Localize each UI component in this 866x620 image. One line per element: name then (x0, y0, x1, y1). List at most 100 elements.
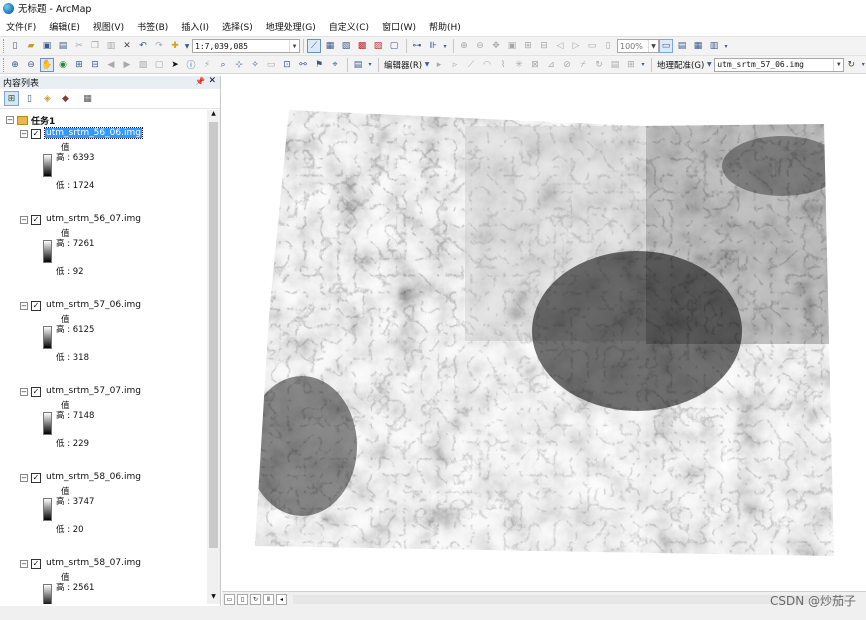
georeferencing-dropdown-icon[interactable]: ▼ (706, 58, 712, 72)
reshape-icon[interactable]: ⊿ (544, 58, 558, 72)
scroll-left-icon[interactable]: ◂ (276, 593, 287, 605)
editor-toolbar-icon[interactable]: ⟋ (307, 39, 321, 53)
pan-hand-icon[interactable]: ✋ (40, 57, 54, 72)
python-window-icon[interactable]: ▢ (387, 39, 401, 53)
layout-fixed-zoom-in-icon[interactable]: ⊞ (521, 39, 535, 53)
collapse-layer-toggle[interactable]: − (20, 302, 28, 310)
select-by-rectangle-icon[interactable]: ▨ (136, 58, 150, 72)
layer-name[interactable]: utm_srtm_58_06.img (45, 472, 142, 482)
endpoint-arc-icon[interactable]: ◠ (480, 58, 494, 72)
attributes-icon[interactable]: ▤ (608, 58, 622, 72)
collapse-layer-toggle[interactable]: − (20, 216, 28, 224)
table-of-contents-icon[interactable]: ▦ (323, 39, 337, 53)
layer-name[interactable]: utm_srtm_57_06.img (45, 300, 142, 310)
map-view[interactable] (222, 76, 866, 591)
copy-icon[interactable]: ❐ (88, 39, 102, 53)
go-forward-icon[interactable]: ▶ (120, 58, 134, 72)
select-elements-arrow-icon[interactable]: ➤ (168, 58, 182, 72)
measure-icon[interactable]: ⊹ (232, 58, 246, 72)
cut-polygons-icon[interactable]: ⊘ (560, 58, 574, 72)
layout-zoom-in-icon[interactable]: ⊕ (457, 39, 471, 53)
paste-icon[interactable]: ▥ (104, 39, 118, 53)
search-window-icon[interactable]: ▩ (355, 39, 369, 53)
pin-icon[interactable]: 📌 (195, 77, 205, 86)
change-layout-icon[interactable]: ▦ (691, 39, 705, 53)
menu-bookmarks[interactable]: 书签(B) (137, 20, 168, 33)
map-horizontal-scrollbar[interactable] (293, 594, 846, 604)
rotate-georef-icon[interactable]: ↻ (844, 58, 858, 72)
layer-visibility-checkbox[interactable]: ✓ (31, 301, 41, 311)
point-icon[interactable]: ✳ (512, 58, 526, 72)
zoom-whole-page-icon[interactable]: ▭ (585, 39, 599, 53)
hyperlink-icon[interactable]: ✧ (248, 58, 262, 72)
zoom-in-icon[interactable]: ⊕ (8, 58, 22, 72)
arctoolbox-icon[interactable]: ▨ (371, 39, 385, 53)
menu-edit[interactable]: 编辑(E) (49, 20, 80, 33)
layer-name[interactable]: utm_srtm_57_07.img (45, 386, 142, 396)
print-icon[interactable]: ▤ (56, 39, 70, 53)
toolbar-options-icon[interactable]: ▾ (723, 39, 729, 53)
sketch-properties-icon[interactable]: ⊞ (624, 58, 638, 72)
go-back-icon[interactable]: ◀ (104, 58, 118, 72)
collapse-layer-toggle[interactable]: − (20, 130, 28, 138)
menu-selection[interactable]: 选择(S) (222, 20, 253, 33)
modelbuilder-icon[interactable]: ⊶ (410, 39, 424, 53)
layer-name[interactable]: utm_srtm_56_07.img (45, 214, 142, 224)
menu-view[interactable]: 视图(V) (93, 20, 124, 33)
edit-annotation-icon[interactable]: ▹ (448, 58, 462, 72)
fixed-zoom-out-icon[interactable]: ⊟ (88, 58, 102, 72)
open-folder-icon[interactable]: ▰ (24, 39, 38, 53)
focus-data-frame-icon[interactable]: ▤ (675, 39, 689, 53)
toolbar-options-icon[interactable]: ▾ (442, 39, 448, 53)
scroll-up-icon[interactable]: ▲ (207, 110, 220, 121)
delete-icon[interactable]: ✕ (120, 39, 134, 53)
find-icon[interactable]: ⌕ (216, 58, 230, 72)
chevron-down-icon[interactable]: ▼ (289, 40, 299, 52)
create-viewer-window-icon[interactable]: ▤ (351, 58, 365, 72)
find-route-icon[interactable]: ⚑ (312, 58, 326, 72)
data-driven-pages-icon[interactable]: ▥ (707, 39, 721, 53)
split-icon[interactable]: ⌿ (576, 58, 590, 72)
chevron-down-icon[interactable]: ▼ (648, 40, 658, 52)
toc-vertical-scrollbar[interactable]: ▲ ▼ (207, 110, 220, 604)
layer-visibility-checkbox[interactable]: ✓ (31, 387, 41, 397)
straight-segment-icon[interactable]: ⟋ (464, 58, 478, 72)
new-document-icon[interactable]: ▯ (8, 39, 22, 53)
menu-windows[interactable]: 窗口(W) (382, 20, 416, 33)
toolbar-options-icon[interactable]: ▾ (860, 58, 866, 72)
save-icon[interactable]: ▣ (40, 39, 54, 53)
add-data-icon[interactable]: ✚ (168, 39, 182, 53)
collapse-layer-toggle[interactable]: − (20, 388, 28, 396)
georeferencing-layer-combo[interactable]: utm_srtm_57_06.img ▼ (714, 57, 845, 72)
layer-item[interactable]: − ✓ utm_srtm_58_07.img 值 高 : 2561 (0, 557, 206, 604)
map-scale-combo[interactable]: 1:7,039,085 ▼ (192, 39, 300, 53)
go-to-xy-icon[interactable]: ⌖ (328, 58, 342, 72)
chevron-down-icon[interactable]: ▼ (833, 58, 843, 71)
redo-icon[interactable]: ↷ (152, 39, 166, 53)
menu-help[interactable]: 帮助(H) (429, 20, 461, 33)
close-icon[interactable]: ✕ (208, 76, 216, 86)
undo-icon[interactable]: ↶ (136, 39, 150, 53)
binoculars-find-icon[interactable]: ⚯ (296, 58, 310, 72)
zoom-100-icon[interactable]: ▯ (601, 39, 615, 53)
layer-item[interactable]: − ✓ utm_srtm_57_07.img 值 高 : 7148 低 : 22… (0, 385, 206, 471)
layout-fixed-zoom-out-icon[interactable]: ⊟ (537, 39, 551, 53)
trace-icon[interactable]: ⌇ (496, 58, 510, 72)
html-popup-window-icon[interactable]: ▭ (264, 58, 278, 72)
toolbar-options-icon[interactable]: ▾ (640, 58, 646, 72)
edit-vertices-icon[interactable]: ⊠ (528, 58, 542, 72)
identify-icon[interactable]: ⓘ (184, 58, 198, 72)
list-by-selection-icon[interactable]: ◆ (58, 91, 73, 106)
menu-insert[interactable]: 插入(I) (181, 20, 209, 33)
full-extent-globe-icon[interactable]: ◉ (56, 58, 70, 72)
rotate-icon[interactable]: ↻ (592, 58, 606, 72)
pause-drawing-icon[interactable]: Ⅱ (263, 593, 274, 605)
layer-name[interactable]: utm_srtm_58_07.img (45, 558, 142, 568)
time-slider-icon[interactable]: ⊡ (280, 58, 294, 72)
list-by-drawing-order-icon[interactable]: ⊞ (4, 91, 19, 106)
menu-file[interactable]: 文件(F) (6, 20, 36, 33)
collapse-layer-toggle[interactable]: − (20, 560, 28, 568)
cut-icon[interactable]: ✂ (72, 39, 86, 53)
scrollbar-thumb[interactable] (209, 122, 218, 548)
layer-visibility-checkbox[interactable]: ✓ (31, 559, 41, 569)
